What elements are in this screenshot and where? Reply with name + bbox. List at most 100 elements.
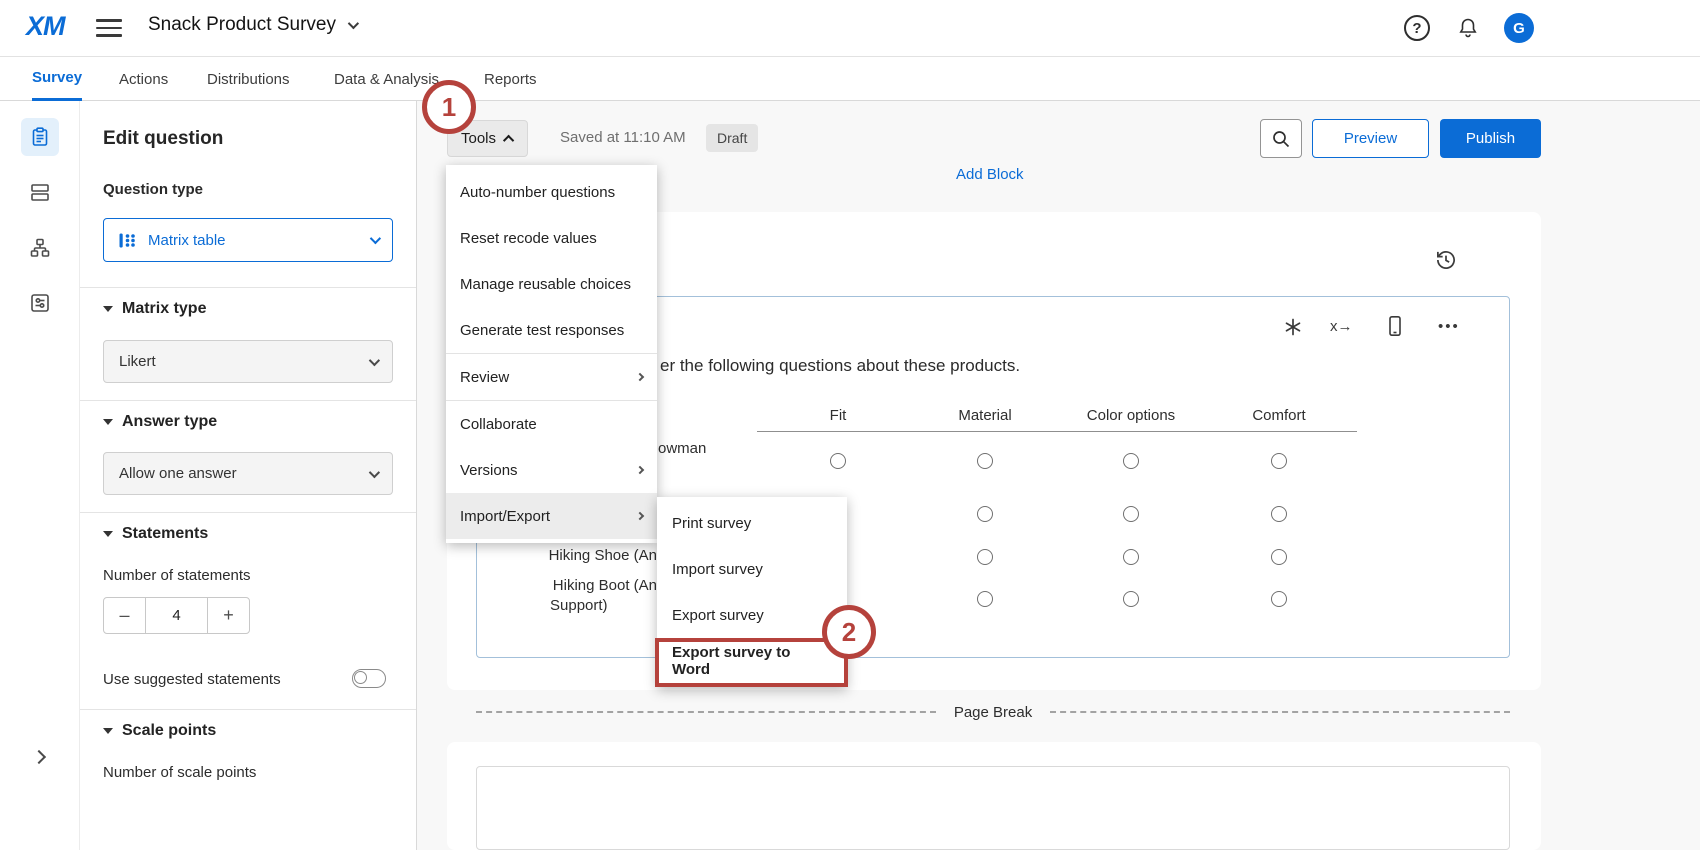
statements-label: Statements <box>122 525 208 543</box>
menu-item-review[interactable]: Review <box>446 354 657 400</box>
radio-button[interactable] <box>977 591 993 607</box>
search-icon <box>1271 129 1291 149</box>
chevron-down-icon <box>369 354 380 365</box>
publish-button[interactable]: Publish <box>1440 119 1541 158</box>
question-type-label: Question type <box>103 181 203 198</box>
question-type-dropdown[interactable]: Matrix table <box>103 218 393 262</box>
radio-button[interactable] <box>977 453 993 469</box>
answer-type-section-header[interactable]: Answer type <box>103 413 217 431</box>
radio-button[interactable] <box>830 453 846 469</box>
matrix-type-label: Matrix type <box>122 300 206 318</box>
notifications-button[interactable] <box>1456 16 1480 40</box>
tab-distributions[interactable]: Distributions <box>207 57 290 101</box>
matrix-column-header[interactable]: Comfort <box>1252 407 1305 424</box>
menu-item-import-export[interactable]: Import/Export <box>446 493 657 539</box>
tab-actions[interactable]: Actions <box>119 57 168 101</box>
menu-item-versions[interactable]: Versions <box>446 447 657 493</box>
use-suggested-toggle[interactable] <box>352 669 386 688</box>
menu-item-test-responses[interactable]: Generate test responses <box>446 307 657 353</box>
radio-button[interactable] <box>1271 453 1287 469</box>
block-history-icon[interactable] <box>1433 247 1459 278</box>
radio-button[interactable] <box>1271 591 1287 607</box>
menu-item-import-survey[interactable]: Import survey <box>657 546 847 592</box>
survey-flow-icon <box>29 237 51 259</box>
bell-icon <box>1456 16 1480 40</box>
search-button[interactable] <box>1260 119 1302 158</box>
radio-button[interactable] <box>1271 549 1287 565</box>
matrix-column-header[interactable]: Fit <box>830 407 847 424</box>
menu-item-reset-recode[interactable]: Reset recode values <box>446 215 657 261</box>
menu-item-reusable-choices[interactable]: Manage reusable choices <box>446 261 657 307</box>
tab-survey[interactable]: Survey <box>32 57 82 101</box>
sidebar-item-survey-options[interactable] <box>29 292 51 314</box>
survey-title-dropdown[interactable]: Snack Product Survey <box>148 14 356 36</box>
matrix-row-label[interactable]: owman <box>658 440 706 457</box>
radio-button[interactable] <box>1123 506 1139 522</box>
more-options-button[interactable]: ••• <box>1438 318 1460 335</box>
menu-item-label: Generate test responses <box>460 322 624 339</box>
options-icon <box>29 292 51 314</box>
add-block-link[interactable]: Add Block <box>956 166 1024 183</box>
tab-reports[interactable]: Reports <box>484 57 537 101</box>
increment-button[interactable]: + <box>207 597 250 634</box>
scale-points-section-header[interactable]: Scale points <box>103 722 216 740</box>
tools-button[interactable]: Tools <box>447 120 528 157</box>
saved-status: Saved at 11:10 AM <box>560 129 686 146</box>
matrix-type-section-header[interactable]: Matrix type <box>103 300 206 318</box>
radio-button[interactable] <box>1123 591 1139 607</box>
menu-item-auto-number[interactable]: Auto-number questions <box>446 169 657 215</box>
mobile-preview-button[interactable] <box>1384 315 1406 342</box>
matrix-row-label[interactable]: Hiking Shoe (An <box>549 547 657 564</box>
phone-icon <box>1384 315 1406 337</box>
statements-count-value[interactable]: 4 <box>145 597 208 634</box>
sparkle-button[interactable] <box>1283 317 1303 342</box>
matrix-type-select[interactable]: Likert <box>103 340 393 383</box>
clipboard-icon <box>30 127 50 147</box>
menu-item-label: Import survey <box>672 561 763 578</box>
chevron-up-icon <box>503 134 514 145</box>
left-icon-rail <box>0 101 80 850</box>
matrix-column-header[interactable]: Material <box>958 407 1011 424</box>
scale-points-label: Scale points <box>122 722 216 740</box>
scale-points-count-label: Number of scale points <box>103 764 256 781</box>
avatar[interactable]: G <box>1504 13 1534 43</box>
sidebar-item-survey-flow[interactable] <box>29 237 51 259</box>
radio-button[interactable] <box>977 549 993 565</box>
sidebar-item-survey-builder[interactable] <box>21 118 59 156</box>
menu-item-export-survey[interactable]: Export survey <box>657 592 847 638</box>
survey-title: Snack Product Survey <box>148 14 336 36</box>
menu-item-collaborate[interactable]: Collaborate <box>446 401 657 447</box>
radio-button[interactable] <box>977 506 993 522</box>
menu-item-label: Print survey <box>672 515 751 532</box>
matrix-header-rule <box>757 431 1357 432</box>
hamburger-menu-icon[interactable] <box>96 19 122 39</box>
radio-button[interactable] <box>1123 549 1139 565</box>
radio-button[interactable] <box>1271 506 1287 522</box>
statements-section-header[interactable]: Statements <box>103 525 208 543</box>
radio-button[interactable] <box>1123 453 1139 469</box>
matrix-row-label[interactable]: Support) <box>550 597 608 614</box>
matrix-type-value: Likert <box>119 353 156 370</box>
sidebar-item-blocks[interactable] <box>29 181 51 203</box>
ellipsis-icon: ••• <box>1438 318 1460 335</box>
menu-item-label: Export survey <box>672 607 764 624</box>
answer-type-select[interactable]: Allow one answer <box>103 452 393 495</box>
matrix-table-icon <box>118 231 137 250</box>
hamburger-bar <box>96 34 122 37</box>
toggle-knob <box>354 671 367 684</box>
chevron-right-icon <box>636 466 644 474</box>
menu-item-print-survey[interactable]: Print survey <box>657 500 847 546</box>
expand-rail-button[interactable] <box>34 749 44 767</box>
menu-item-export-survey-to-word[interactable]: Export survey to Word <box>657 638 847 684</box>
matrix-row-label[interactable]: Hiking Boot (An <box>553 577 657 594</box>
tab-data-analysis[interactable]: Data & Analysis <box>334 57 439 101</box>
next-question-card[interactable] <box>476 766 1510 850</box>
help-button[interactable]: ? <box>1404 15 1430 41</box>
carry-forward-button[interactable]: x→ <box>1330 318 1353 335</box>
question-text[interactable]: er the following questions about these p… <box>660 356 1020 376</box>
matrix-column-header[interactable]: Color options <box>1087 407 1175 424</box>
preview-button[interactable]: Preview <box>1312 119 1429 158</box>
help-icon: ? <box>1412 20 1421 37</box>
hamburger-bar <box>96 19 122 22</box>
decrement-button[interactable]: – <box>103 597 146 634</box>
